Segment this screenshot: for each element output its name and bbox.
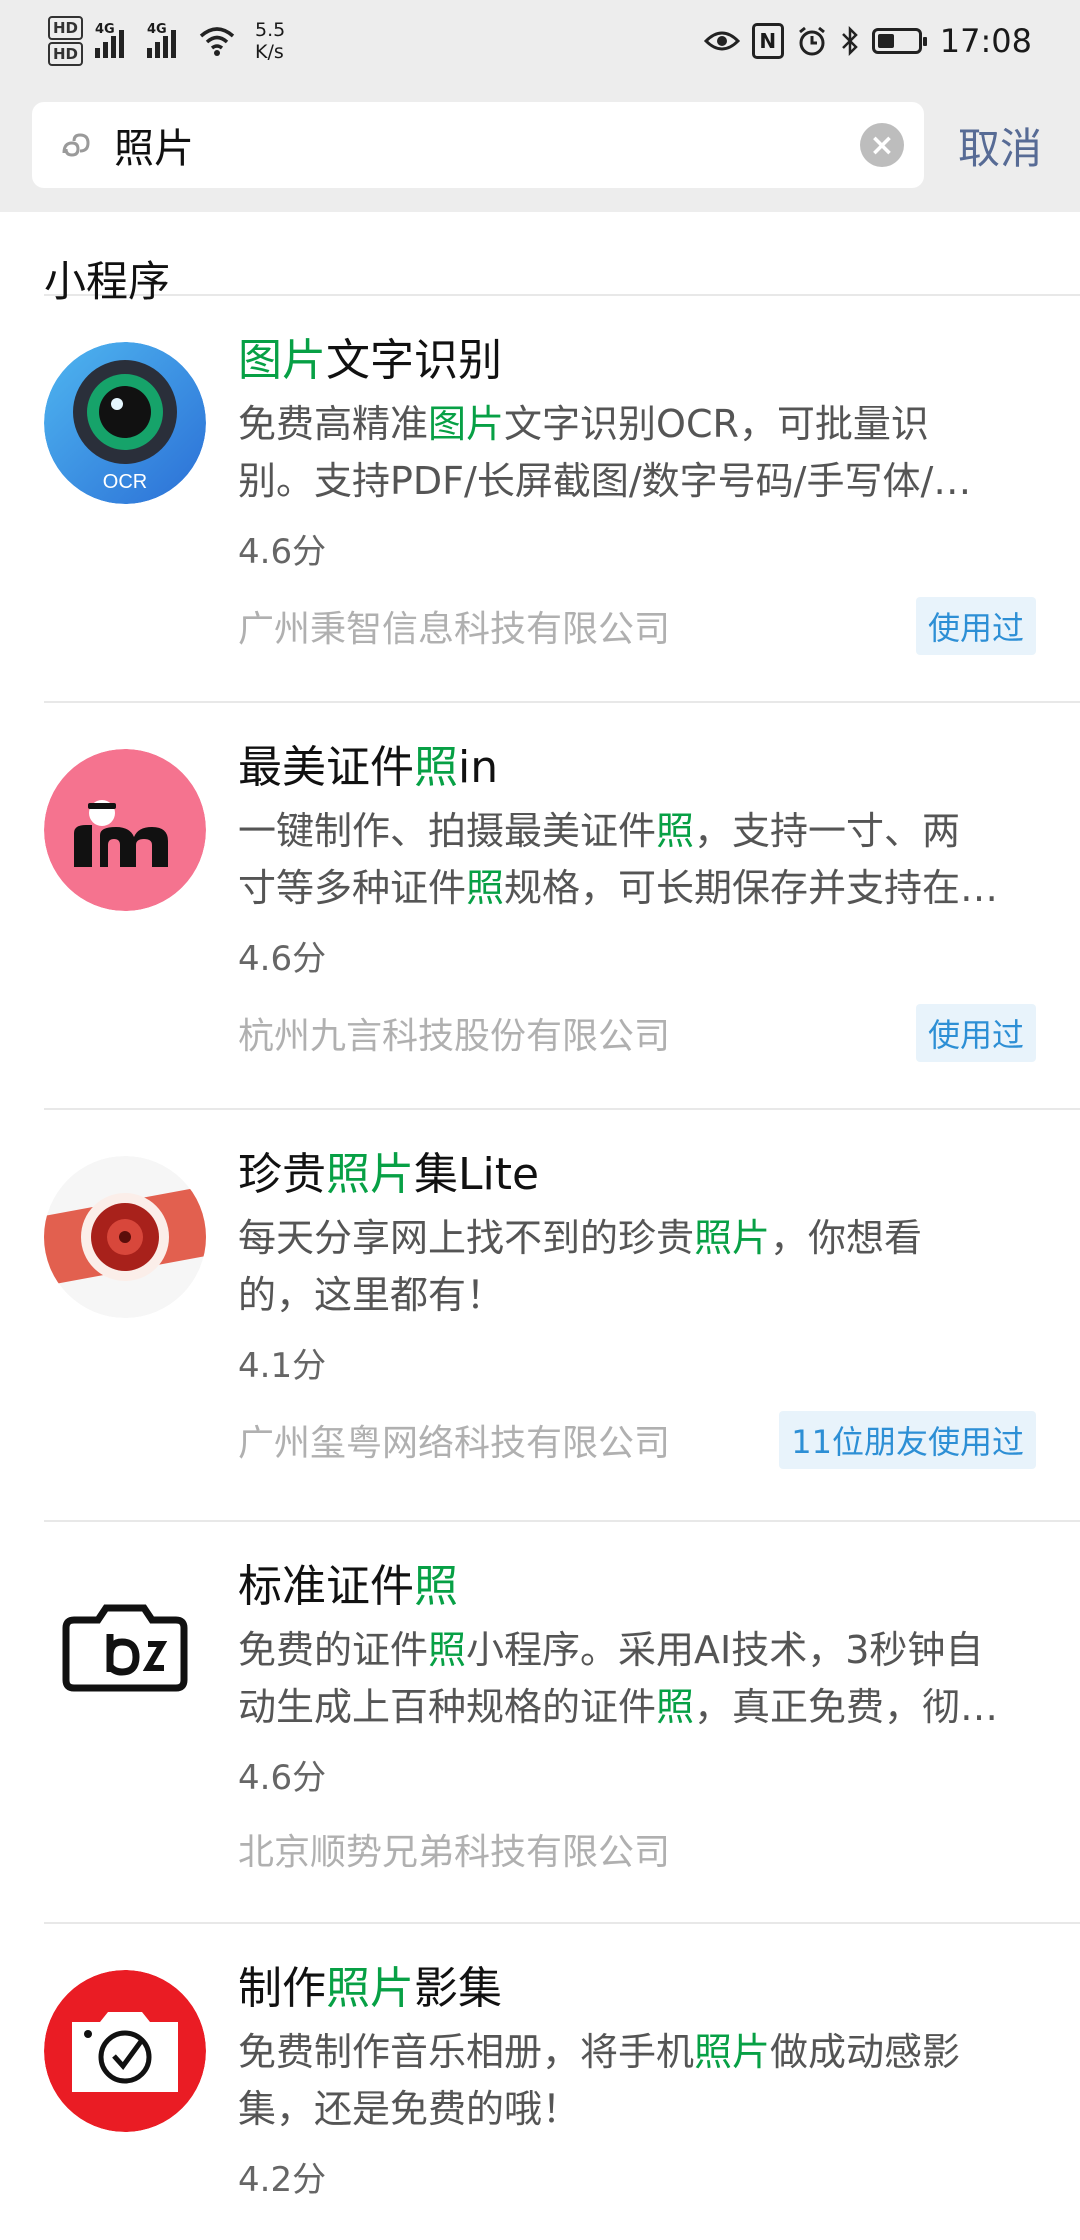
wifi-icon bbox=[199, 27, 235, 56]
item-title: 最美证件照in bbox=[238, 742, 499, 793]
item-title: 珍贵照片集Lite bbox=[238, 1149, 540, 1200]
item-company: 广州秉智信息科技有限公司 bbox=[238, 609, 671, 650]
eye-icon bbox=[703, 31, 740, 51]
bluetooth-icon bbox=[841, 25, 858, 57]
signal-icon-sim1: 4G bbox=[95, 22, 135, 58]
item-score: 4.2分 bbox=[238, 2160, 327, 2200]
ocr-icon-label: OCR bbox=[103, 471, 147, 493]
item-description: 一键制作、拍摄最美证件照，支持一寸、两 寸等多种证件照规格，可长期保存并支持在… bbox=[238, 809, 999, 910]
network-type-label: 4G bbox=[147, 22, 167, 37]
status-bar-left: HD HD 4G 4G 5.5 K/s bbox=[48, 16, 285, 66]
ocr-app-icon: OCR bbox=[44, 342, 206, 504]
network-speed-unit: K/s bbox=[255, 41, 284, 63]
standard-id-photo-app-icon bbox=[44, 1568, 206, 1730]
item-description: 每天分享网上找不到的珍贵照片，你想看 的，这里都有！ bbox=[238, 1216, 923, 1317]
item-score: 4.6分 bbox=[238, 1758, 327, 1798]
item-content: 最美证件照in 一键制作、拍摄最美证件照，支持一寸、两 寸等多种证件照规格，可长… bbox=[238, 739, 1036, 1062]
signal-icon-sim2: 4G bbox=[147, 22, 187, 58]
item-score: 4.6分 bbox=[238, 532, 327, 572]
camera-lens-app-icon bbox=[44, 1156, 206, 1318]
item-content: 标准证件照 免费的证件照小程序。采用AI技术，3秒钟自 动生成上百种规格的证件照… bbox=[238, 1558, 1036, 1875]
item-content: 珍贵照片集Lite 每天分享网上找不到的珍贵照片，你想看 的，这里都有！ 4.1… bbox=[238, 1146, 1036, 1469]
header-area: HD HD 4G 4G 5.5 K/s N 17:08 照片 × 取消 bbox=[0, 0, 1080, 212]
item-footer: 北京顺势兄弟科技有限公司 bbox=[238, 1823, 1036, 1875]
search-input[interactable]: 照片 bbox=[114, 116, 860, 174]
item-content: 图片文字识别 免费高精准图片文字识别OCR，可批量识 别。支持PDF/长屏截图/… bbox=[238, 332, 1036, 655]
id-photo-app-icon bbox=[44, 749, 206, 911]
item-title: 制作照片影集 bbox=[238, 1963, 502, 2014]
status-time: 17:08 bbox=[939, 22, 1032, 60]
status-bar-right: N 17:08 bbox=[703, 22, 1032, 60]
battery-icon bbox=[871, 28, 927, 54]
status-bar: HD HD 4G 4G 5.5 K/s N 17:08 bbox=[0, 0, 1080, 82]
search-row: 照片 × 取消 bbox=[0, 82, 1080, 188]
item-description: 免费高精准图片文字识别OCR，可批量识 别。支持PDF/长屏截图/数字号码/手写… bbox=[238, 402, 972, 503]
hd-indicators: HD HD bbox=[48, 16, 84, 66]
item-score: 4.1分 bbox=[238, 1346, 327, 1386]
item-company: 杭州九言科技股份有限公司 bbox=[238, 1016, 671, 1057]
hd-badge-sim2: HD bbox=[48, 42, 84, 66]
friends-used-badge: 11位朋友使用过 bbox=[779, 1411, 1036, 1469]
nfc-icon: N bbox=[751, 23, 784, 59]
network-speed-value: 5.5 bbox=[255, 19, 286, 41]
network-type-label: 4G bbox=[95, 22, 115, 37]
item-title: 标准证件照 bbox=[238, 1561, 458, 1612]
network-speed: 5.5 K/s bbox=[255, 19, 285, 63]
list-item[interactable]: 制作照片影集 免费制作音乐相册，将手机照片做成动感影 集，还是免费的哦！ 4.2… bbox=[0, 1924, 1080, 2204]
item-score: 4.6分 bbox=[238, 939, 327, 979]
hd-badge-sim1: HD bbox=[48, 16, 84, 40]
item-footer: 杭州九言科技股份有限公司 使用过 bbox=[238, 1004, 1036, 1062]
item-description: 免费制作音乐相册，将手机照片做成动感影 集，还是免费的哦！ bbox=[238, 2030, 961, 2131]
used-badge: 使用过 bbox=[915, 597, 1036, 655]
section-title: 小程序 bbox=[44, 257, 171, 306]
list-item[interactable]: OCR 图片文字识别 免费高精准图片文字识别OCR，可批量识 别。支持PDF/长… bbox=[0, 296, 1080, 701]
cancel-button[interactable]: 取消 bbox=[958, 115, 1042, 176]
photo-album-app-icon bbox=[44, 1970, 206, 2132]
search-box[interactable]: 照片 × bbox=[32, 102, 924, 188]
item-description: 免费的证件照小程序。采用AI技术，3秒钟自 动生成上百种规格的证件照，真正免费，… bbox=[238, 1628, 999, 1729]
clear-search-icon[interactable]: × bbox=[860, 123, 904, 167]
item-company: 北京顺势兄弟科技有限公司 bbox=[238, 1832, 671, 1873]
used-badge: 使用过 bbox=[915, 1004, 1036, 1062]
alarm-icon bbox=[798, 26, 825, 56]
item-title: 图片文字识别 bbox=[238, 335, 502, 386]
item-company: 广州玺粤网络科技有限公司 bbox=[238, 1423, 671, 1464]
item-content: 制作照片影集 免费制作音乐相册，将手机照片做成动感影 集，还是免费的哦！ 4.2… bbox=[238, 1960, 1036, 2201]
item-footer: 广州秉智信息科技有限公司 使用过 bbox=[238, 597, 1036, 655]
list-item[interactable]: 标准证件照 免费的证件照小程序。采用AI技术，3秒钟自 动生成上百种规格的证件照… bbox=[0, 1522, 1080, 1922]
item-footer: 广州玺粤网络科技有限公司 11位朋友使用过 bbox=[238, 1411, 1036, 1469]
list-item[interactable]: 珍贵照片集Lite 每天分享网上找不到的珍贵照片，你想看 的，这里都有！ 4.1… bbox=[0, 1110, 1080, 1520]
list-item[interactable]: 最美证件照in 一键制作、拍摄最美证件照，支持一寸、两 寸等多种证件照规格，可长… bbox=[0, 703, 1080, 1108]
mini-program-icon bbox=[54, 123, 98, 167]
